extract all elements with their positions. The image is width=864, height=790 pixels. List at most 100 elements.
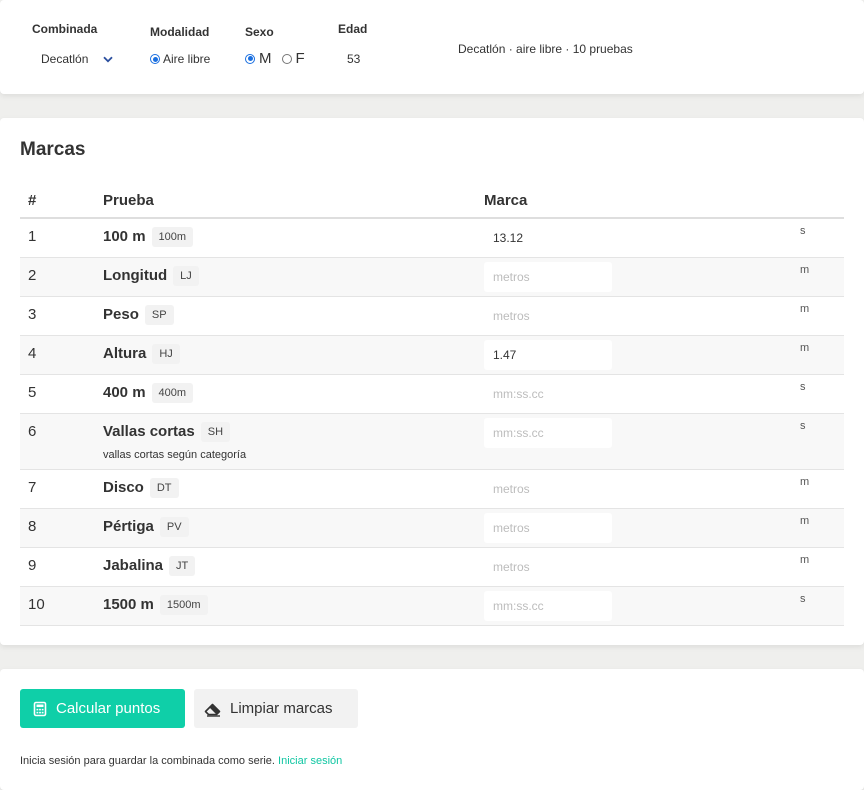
column-header-num: # [28, 192, 37, 209]
edad-value[interactable]: 53 [347, 52, 360, 66]
sexo-radio-group: M F [245, 50, 305, 67]
prueba-code-badge: PV [159, 517, 189, 537]
radio-aire-libre[interactable] [150, 54, 160, 64]
row-number: 7 [28, 479, 37, 496]
modalidad-aire-libre-option[interactable]: Aire libre [150, 52, 210, 66]
prueba-name-text: Peso [103, 306, 139, 323]
combinada-summary: Decatlón · aire libre · 10 pruebas [458, 42, 633, 56]
unit-label: s [800, 420, 806, 432]
modalidad-option-label: Aire libre [163, 52, 211, 66]
prueba-note: vallas cortas según categoría [103, 449, 247, 461]
prueba-name: Vallas cortas SH [103, 422, 231, 442]
unit-label: m [800, 515, 810, 527]
unit-label: m [800, 554, 810, 566]
row-number: 3 [28, 306, 37, 323]
marca-input[interactable] [484, 301, 612, 331]
prueba-name: 1500 m 1500m [103, 595, 208, 615]
prueba-name: Pértiga PV [103, 517, 189, 537]
prueba-name: Disco DT [103, 478, 179, 498]
prueba-name: Peso SP [103, 305, 174, 325]
marca-input[interactable] [484, 474, 612, 504]
prueba-name: 100 m 100m [103, 227, 194, 247]
prueba-name-text: Pértiga [103, 518, 154, 535]
combinada-value: Decatlón [41, 52, 89, 66]
row-number: 10 [28, 596, 45, 613]
combinada-select[interactable]: Decatlón [41, 52, 114, 66]
table-row: 7 Disco DT m [20, 470, 844, 509]
table-row: 2 Longitud LJ m [20, 258, 844, 297]
prueba-name: Longitud LJ [103, 266, 199, 286]
chevron-down-icon [103, 56, 114, 62]
iniciar-sesion-link[interactable]: Iniciar sesión [278, 755, 342, 767]
column-header-marca: Marca [484, 192, 528, 209]
prueba-name-text: Disco [103, 479, 144, 496]
marca-input[interactable] [484, 552, 612, 582]
filters-card: Combinada Decatlón Modalidad Aire libre … [0, 0, 864, 94]
prueba-code-badge: SH [200, 422, 231, 442]
unit-label: m [800, 303, 810, 315]
table-row: 10 1500 m 1500m s [20, 587, 844, 626]
modalidad-label: Modalidad [150, 25, 210, 39]
row-number: 9 [28, 557, 37, 574]
prueba-code-badge: JT [169, 556, 196, 576]
prueba-name: Jabalina JT [103, 556, 196, 576]
marca-input[interactable] [484, 223, 612, 253]
row-number: 4 [28, 345, 37, 362]
prueba-code-badge: 1500m [159, 595, 208, 615]
prueba-name-text: Altura [103, 345, 147, 362]
unit-label: s [800, 225, 806, 237]
prueba-code-badge: HJ [152, 344, 180, 364]
table-row: 6 Vallas cortas SH vallas cortas según cate… [20, 414, 844, 470]
row-number: 8 [28, 518, 37, 535]
marca-input[interactable] [484, 379, 612, 409]
unit-label: m [800, 264, 810, 276]
marca-input[interactable] [484, 262, 612, 292]
table-row: 4 Altura HJ m [20, 336, 844, 375]
unit-label: s [800, 593, 806, 605]
login-note: Inicia sesión para guardar la combinada … [20, 755, 342, 767]
prueba-code-badge: 100m [151, 227, 194, 247]
marca-input[interactable] [484, 591, 612, 621]
calcular-puntos-label: Calcular puntos [56, 700, 161, 717]
prueba-name: Altura HJ [103, 344, 180, 364]
marca-input[interactable] [484, 340, 612, 370]
marcas-title: Marcas [20, 139, 86, 160]
marca-input[interactable] [484, 513, 612, 543]
prueba-code-badge: DT [149, 478, 179, 498]
prueba-code-badge: SP [144, 305, 174, 325]
unit-label: m [800, 342, 810, 354]
table-row: 9 Jabalina JT m [20, 548, 844, 587]
table-row: 8 Pértiga PV m [20, 509, 844, 548]
prueba-name-text: 1500 m [103, 596, 154, 613]
eraser-icon [204, 703, 221, 717]
actions-card: Calcular puntos Limpiar marcas Inicia se… [0, 669, 864, 790]
row-number: 6 [28, 423, 37, 440]
unit-label: s [800, 381, 806, 393]
row-number: 2 [28, 267, 37, 284]
table-row: 3 Peso SP m [20, 297, 844, 336]
prueba-name-text: 100 m [103, 228, 146, 245]
prueba-code-badge: LJ [173, 266, 199, 286]
prueba-code-badge: 400m [151, 383, 194, 403]
sexo-m-label: M [259, 50, 272, 67]
prueba-name-text: Jabalina [103, 557, 164, 574]
login-note-text: Inicia sesión para guardar la combinada … [20, 755, 275, 767]
row-number: 5 [28, 384, 37, 401]
marca-input[interactable] [484, 418, 612, 448]
edad-label: Edad [338, 22, 368, 36]
prueba-name-text: Vallas cortas [103, 423, 195, 440]
prueba-name: 400 m 400m [103, 383, 194, 403]
row-number: 1 [28, 228, 37, 245]
radio-sexo-f[interactable] [281, 53, 292, 64]
unit-label: m [800, 476, 810, 488]
limpiar-marcas-label: Limpiar marcas [230, 700, 333, 717]
sexo-label: Sexo [245, 25, 274, 39]
radio-sexo-m[interactable] [245, 53, 255, 64]
calcular-puntos-button[interactable]: Calcular puntos [20, 689, 185, 728]
sexo-f-label: F [295, 50, 305, 67]
limpiar-marcas-button[interactable]: Limpiar marcas [194, 689, 358, 728]
table-row: 5 400 m 400m s [20, 375, 844, 414]
prueba-name-text: Longitud [103, 267, 168, 284]
calculator-icon [33, 701, 47, 716]
combinada-label: Combinada [32, 22, 98, 36]
